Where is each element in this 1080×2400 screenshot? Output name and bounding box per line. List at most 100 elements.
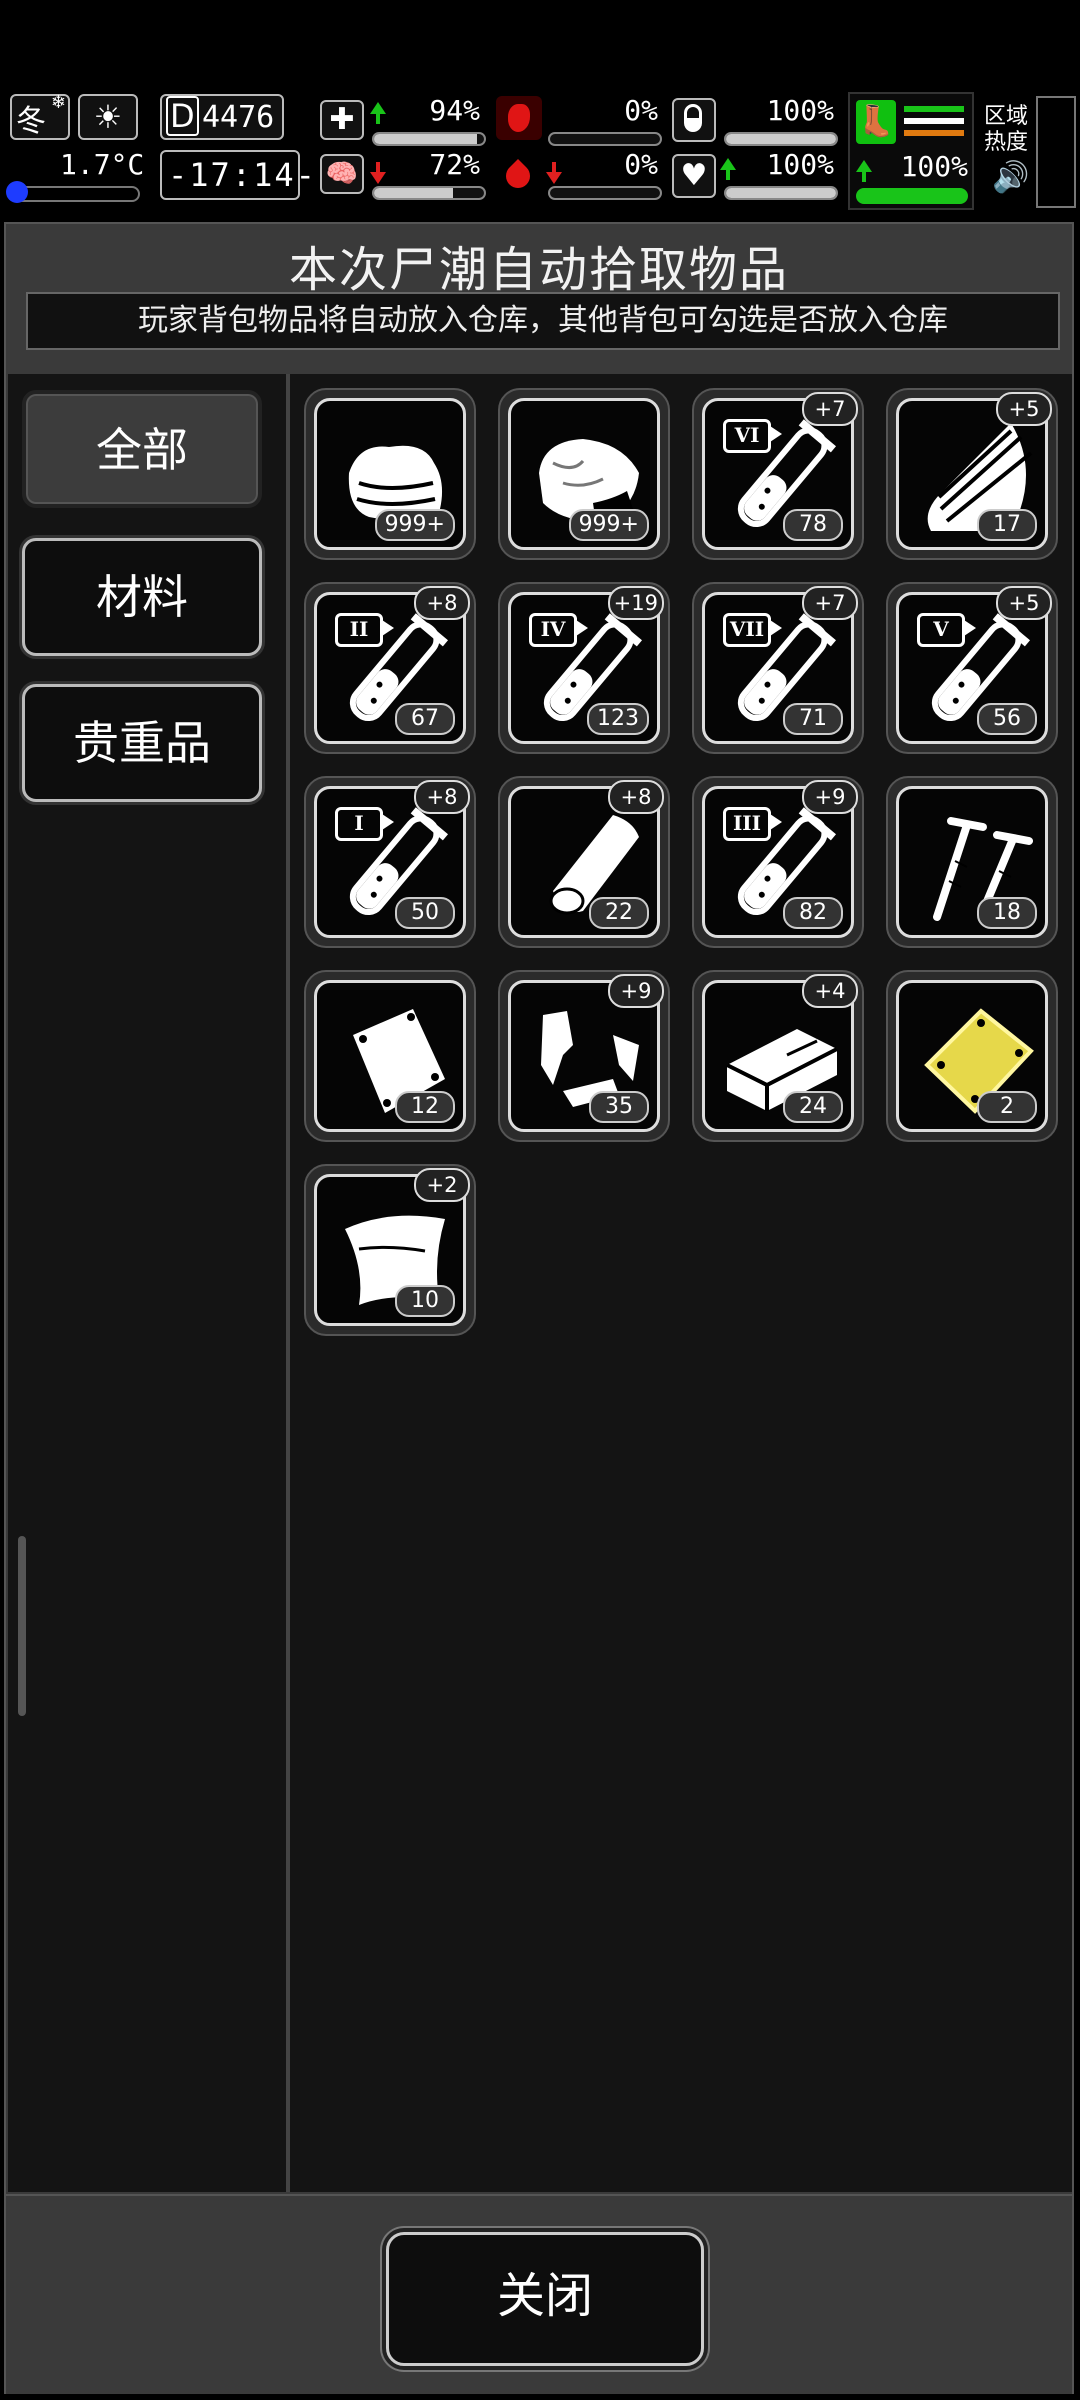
sanity-value: 72%	[429, 148, 480, 181]
item-count: 71	[783, 703, 843, 735]
item-count: 82	[783, 897, 843, 929]
item-count: 2	[977, 1091, 1037, 1123]
tab-all[interactable]: 全部	[22, 390, 262, 508]
heart-icon: ♥	[672, 154, 716, 198]
item-slot[interactable]: 22 +8	[498, 776, 670, 948]
bonus-badge: +8	[414, 586, 470, 620]
bonus-badge: +9	[608, 974, 664, 1008]
item-count: 50	[395, 897, 455, 929]
tier-badge: V	[917, 613, 976, 647]
tab-materials[interactable]: 材料	[22, 538, 262, 656]
bonus-badge: +4	[802, 974, 858, 1008]
item-frame: 999+	[508, 398, 660, 550]
clock-value: -17:14-	[168, 156, 317, 194]
heart-value: 100%	[766, 148, 834, 181]
item-slot[interactable]: II 67 +8	[304, 582, 476, 754]
item-count: 78	[783, 509, 843, 541]
auto-pickup-panel: 本次尸潮自动拾取物品 玩家背包物品将自动放入仓库，其他背包可勾选是否放入仓库 全…	[4, 222, 1074, 2394]
bonus-badge: +19	[607, 586, 664, 620]
bonus-badge: +7	[802, 586, 858, 620]
season-label: 冬	[16, 104, 46, 139]
pill-value: 100%	[766, 94, 834, 127]
item-slot[interactable]: VI 78 +7	[692, 388, 864, 560]
tier-badge: VI	[723, 419, 782, 453]
tier-badge: IV	[529, 613, 588, 647]
stamina-bar	[856, 188, 968, 204]
drop-shape	[501, 159, 535, 193]
item-count: 18	[977, 897, 1037, 929]
item-count: 56	[977, 703, 1037, 735]
stamina-panel: 👢 100%	[848, 92, 974, 210]
stomach-icon	[496, 96, 542, 140]
temperature-knob	[6, 181, 28, 203]
stamina-stripe-3	[904, 130, 964, 136]
tab-valuables[interactable]: 贵重品	[22, 684, 262, 802]
bonus-badge: +8	[414, 780, 470, 814]
sanity-bar	[372, 186, 486, 200]
item-slot[interactable]: IV 123 +19	[498, 582, 670, 754]
boot-icon: 👢	[856, 100, 896, 144]
item-count: 67	[395, 703, 455, 735]
sidebar-scrollbar[interactable]	[18, 1536, 26, 1716]
item-frame: 12	[314, 980, 466, 1132]
category-sidebar: 全部 材料 贵重品	[8, 374, 290, 2192]
region-heat-label: 区域 热度	[984, 104, 1029, 155]
item-slot[interactable]: 24 +4	[692, 970, 864, 1142]
tier-badge: VII	[723, 613, 782, 647]
item-count: 999+	[568, 509, 649, 541]
snowflake-icon: ❄	[50, 92, 66, 113]
health-value: 94%	[429, 94, 480, 127]
stomach-shape	[508, 104, 530, 132]
thirst-value: 0%	[624, 148, 658, 181]
item-slot[interactable]: III 82 +9	[692, 776, 864, 948]
item-slot[interactable]: 12	[304, 970, 476, 1142]
item-count: 24	[783, 1091, 843, 1123]
bonus-badge: +8	[608, 780, 664, 814]
day-prefix: D	[166, 96, 199, 136]
item-count: 22	[589, 897, 649, 929]
bonus-badge: +2	[414, 1168, 470, 1202]
blood-drop-icon	[500, 154, 536, 198]
heart-fill	[726, 188, 836, 198]
item-frame: 18	[896, 786, 1048, 938]
item-slot[interactable]: I 50 +8	[304, 776, 476, 948]
item-slot[interactable]: 18	[886, 776, 1058, 948]
health-fill	[374, 134, 478, 144]
item-slot[interactable]: VII 71 +7	[692, 582, 864, 754]
speaker-icon[interactable]: 🔊	[992, 160, 1029, 195]
season-badge: 冬 ❄	[10, 92, 70, 140]
region-heat-gauge	[1036, 96, 1076, 208]
item-slot[interactable]: 2	[886, 970, 1058, 1142]
item-slot[interactable]: 10 +2	[304, 1164, 476, 1336]
brain-icon: 🧠	[320, 154, 364, 194]
item-slot[interactable]: 999+	[498, 388, 670, 560]
item-slot[interactable]: V 56 +5	[886, 582, 1058, 754]
pill-icon	[672, 98, 716, 142]
stamina-value: 100%	[900, 150, 968, 183]
close-button[interactable]: 关闭	[386, 2232, 704, 2366]
sanity-fill	[374, 188, 454, 198]
item-count: 123	[587, 703, 649, 735]
hunger-value: 0%	[624, 94, 658, 127]
item-slot[interactable]: 17 +5	[886, 388, 1058, 560]
pill-fill	[726, 134, 836, 144]
item-slot[interactable]: 35 +9	[498, 970, 670, 1142]
item-count: 10	[395, 1285, 455, 1317]
item-count: 17	[977, 509, 1037, 541]
clock: -17:14-	[160, 150, 315, 200]
item-grid: 999+ 999+ VI 78 +7 17 +5 II 67 +8 IV 123 +19 VII 71 +7 V…	[290, 374, 1072, 2192]
bonus-badge: +9	[802, 780, 858, 814]
panel-subtitle: 玩家背包物品将自动放入仓库，其他背包可勾选是否放入仓库	[26, 292, 1060, 350]
weather-sun-icon: ☀	[78, 94, 138, 140]
item-slot[interactable]: 999+	[304, 388, 476, 560]
bottom-bar: 关闭	[6, 2194, 1072, 2394]
bonus-badge: +5	[996, 392, 1052, 426]
medkit-icon: ✚	[320, 100, 364, 140]
heart-bar	[724, 186, 838, 200]
item-frame: 999+	[314, 398, 466, 550]
item-count: 35	[589, 1091, 649, 1123]
pill-bar	[724, 132, 838, 146]
temperature-readout: 1.7°C	[60, 148, 145, 181]
bonus-badge: +5	[996, 586, 1052, 620]
item-frame: 2	[896, 980, 1048, 1132]
